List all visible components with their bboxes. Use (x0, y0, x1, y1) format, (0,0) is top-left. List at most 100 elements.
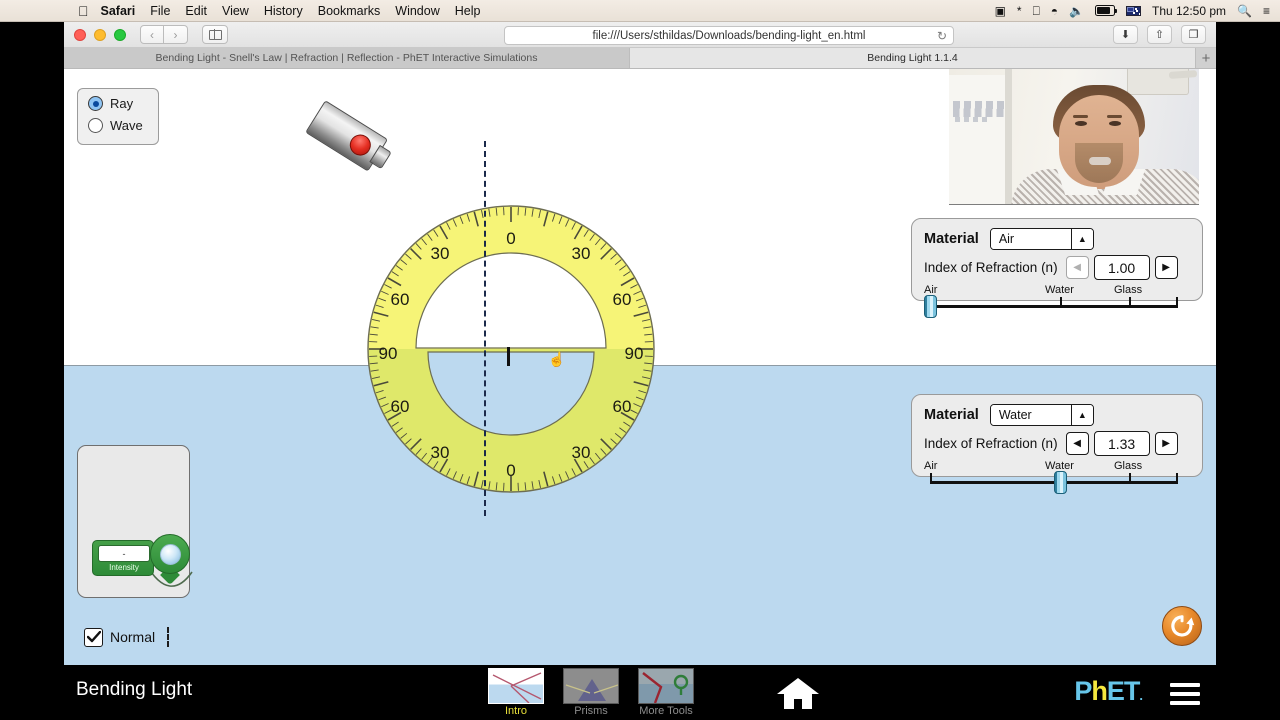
index-of-refraction-row-top: Index of Refraction (n) ◀ 1.00 ▶ (924, 255, 1190, 280)
webcam-eyebrow-left (1073, 115, 1088, 118)
list-icon[interactable]: ≡ (1263, 5, 1270, 17)
maximize-button[interactable] (114, 28, 126, 41)
material-dropdown-value-top: Air (990, 229, 1071, 249)
tab-prisms[interactable]: Prisms (563, 668, 619, 717)
menu-item-edit[interactable]: Edit (185, 4, 207, 18)
airplay-icon[interactable]: ⎕ (1033, 5, 1040, 17)
menu-item-window[interactable]: Window (395, 4, 439, 18)
index-increment-button-bottom[interactable]: ▶ (1154, 432, 1178, 455)
protractor-graphic: 0 30 60 90 60 30 0 30 60 90 60 30 (367, 205, 655, 493)
radio-ray-icon (88, 96, 103, 111)
protractor[interactable]: 0 30 60 90 60 30 0 30 60 90 60 30 (366, 204, 656, 494)
material-dropdown-bottom[interactable]: Water ▲ (989, 404, 1094, 426)
reload-icon[interactable]: ↻ (937, 29, 947, 43)
normal-checkbox-row[interactable]: Normal (84, 627, 170, 647)
address-bar[interactable]: file:///Users/sthildas/Downloads/bending… (504, 26, 954, 45)
svg-text:60: 60 (613, 397, 632, 416)
apple-icon[interactable]:  (78, 4, 89, 18)
menu-item-file[interactable]: File (150, 4, 170, 18)
intro-thumbnail-graphic (492, 672, 542, 703)
index-decrement-button-bottom[interactable]: ◀ (1065, 432, 1089, 455)
back-button[interactable]: ‹ (140, 25, 164, 44)
search-icon[interactable]: 🔍 (1237, 5, 1252, 17)
svg-text:30: 30 (572, 244, 591, 263)
index-increment-button-top[interactable]: ▶ (1154, 256, 1178, 279)
chevron-up-icon: ▲ (1070, 405, 1093, 425)
close-button[interactable] (74, 28, 86, 41)
tab-more-tools-label: More Tools (639, 705, 693, 717)
webcam-whiteboard-writing (953, 101, 1005, 117)
share-icon[interactable]: ⇧ (1147, 25, 1172, 44)
index-slider-top[interactable]: Air Water Glass (924, 284, 1190, 318)
flag-icon[interactable] (1125, 5, 1141, 16)
index-value-bottom[interactable]: 1.33 (1093, 431, 1150, 456)
simulation-canvas[interactable]: Ray Wave 0 30 60 90 60 30 0 30 60 90 60 … (64, 69, 1216, 665)
tab-intro[interactable]: Intro (488, 668, 544, 717)
normal-checkbox[interactable] (84, 627, 103, 647)
material-dropdown-top[interactable]: Air ▲ (989, 228, 1094, 250)
slider-tick-glass-bottom (1129, 473, 1131, 482)
intensity-meter-body: - Intensity (92, 540, 154, 576)
address-bar-url: file:///Users/sthildas/Downloads/bending… (592, 29, 866, 42)
bluetooth-icon[interactable]: * (1017, 5, 1022, 17)
tab-overview-icon[interactable]: ❐ (1181, 25, 1206, 44)
phet-logo[interactable]: PhET. (1074, 676, 1143, 706)
slider-tick-label-air-bottom: Air (924, 460, 938, 472)
simulation-navigation-bar: Bending Light Intro Prisms More Tools Ph… (64, 665, 1216, 720)
index-of-refraction-row-bottom: Index of Refraction (n) ◀ 1.33 ▶ (924, 431, 1190, 456)
download-icon[interactable]: ⬇ (1113, 25, 1138, 44)
ray-wave-mode-panel: Ray Wave (77, 88, 159, 145)
sidebar-toggle-button[interactable] (202, 25, 228, 44)
svg-text:0: 0 (506, 461, 515, 480)
menu-item-history[interactable]: History (264, 4, 303, 18)
intensity-meter-reading: - (98, 545, 150, 562)
phet-logo-et: ET (1106, 676, 1141, 706)
screen-record-icon[interactable]: ▣ (995, 5, 1006, 17)
reset-all-button[interactable] (1162, 606, 1202, 646)
svg-text:60: 60 (391, 290, 410, 309)
index-value-top[interactable]: 1.00 (1093, 255, 1150, 280)
hamburger-menu-icon[interactable] (1170, 683, 1200, 705)
hamburger-bar-3 (1170, 701, 1200, 705)
webcam-video-overlay[interactable] (949, 69, 1199, 205)
phet-logo-h: h (1091, 676, 1107, 706)
page-title: Bending Light (76, 679, 193, 700)
tab-intro-label: Intro (504, 705, 527, 717)
phet-logo-p: P (1074, 676, 1092, 706)
svg-text:60: 60 (613, 290, 632, 309)
material-dropdown-value-bottom: Water (990, 405, 1071, 425)
wifi-icon[interactable]: ◓ (1051, 5, 1058, 17)
intensity-meter-sensor[interactable] (150, 534, 190, 585)
slider-thumb-bottom[interactable] (1054, 471, 1067, 494)
menu-item-bookmarks[interactable]: Bookmarks (318, 4, 381, 18)
menu-item-safari[interactable]: Safari (101, 4, 136, 18)
home-button[interactable] (774, 674, 822, 712)
menu-bar-status-area: ▣ * ⎕ ◓ 🔈 Thu 12:50 pm 🔍 ≡ (995, 5, 1270, 17)
minimize-button[interactable] (94, 28, 106, 41)
webcam-eyebrow-right (1107, 115, 1122, 118)
volume-icon[interactable]: 🔈 (1069, 5, 1084, 17)
menu-item-help[interactable]: Help (455, 4, 481, 18)
forward-button[interactable]: › (164, 25, 188, 44)
slider-thumb-top[interactable] (924, 295, 937, 318)
slider-tick-end-bottom (1176, 473, 1178, 482)
slider-tick-label-water-top: Water (1045, 284, 1074, 296)
svg-text:60: 60 (391, 397, 410, 416)
menu-item-view[interactable]: View (222, 4, 249, 18)
index-decrement-button-top[interactable]: ◀ (1065, 256, 1089, 279)
new-tab-button[interactable]: + (1196, 48, 1216, 68)
tool-box[interactable]: - Intensity (77, 445, 193, 598)
slider-tick-water-top (1060, 297, 1062, 306)
menu-bar-clock[interactable]: Thu 12:50 pm (1152, 5, 1226, 17)
index-slider-bottom[interactable]: Air Water Glass (924, 460, 1190, 494)
hamburger-bar-1 (1170, 683, 1200, 687)
intensity-meter[interactable]: - Intensity (92, 534, 193, 587)
browser-tab-2[interactable]: Bending Light 1.1.4 (630, 48, 1196, 68)
radio-option-wave[interactable]: Wave (88, 118, 158, 133)
battery-icon[interactable] (1094, 5, 1118, 16)
index-of-refraction-label-top: Index of Refraction (n) (924, 260, 1058, 275)
browser-tab-1[interactable]: Bending Light - Snell's Law | Refraction… (64, 48, 630, 68)
slider-tick-label-glass-top: Glass (1114, 284, 1143, 296)
tab-more-tools[interactable]: More Tools (638, 668, 694, 717)
radio-option-ray[interactable]: Ray (88, 96, 158, 111)
